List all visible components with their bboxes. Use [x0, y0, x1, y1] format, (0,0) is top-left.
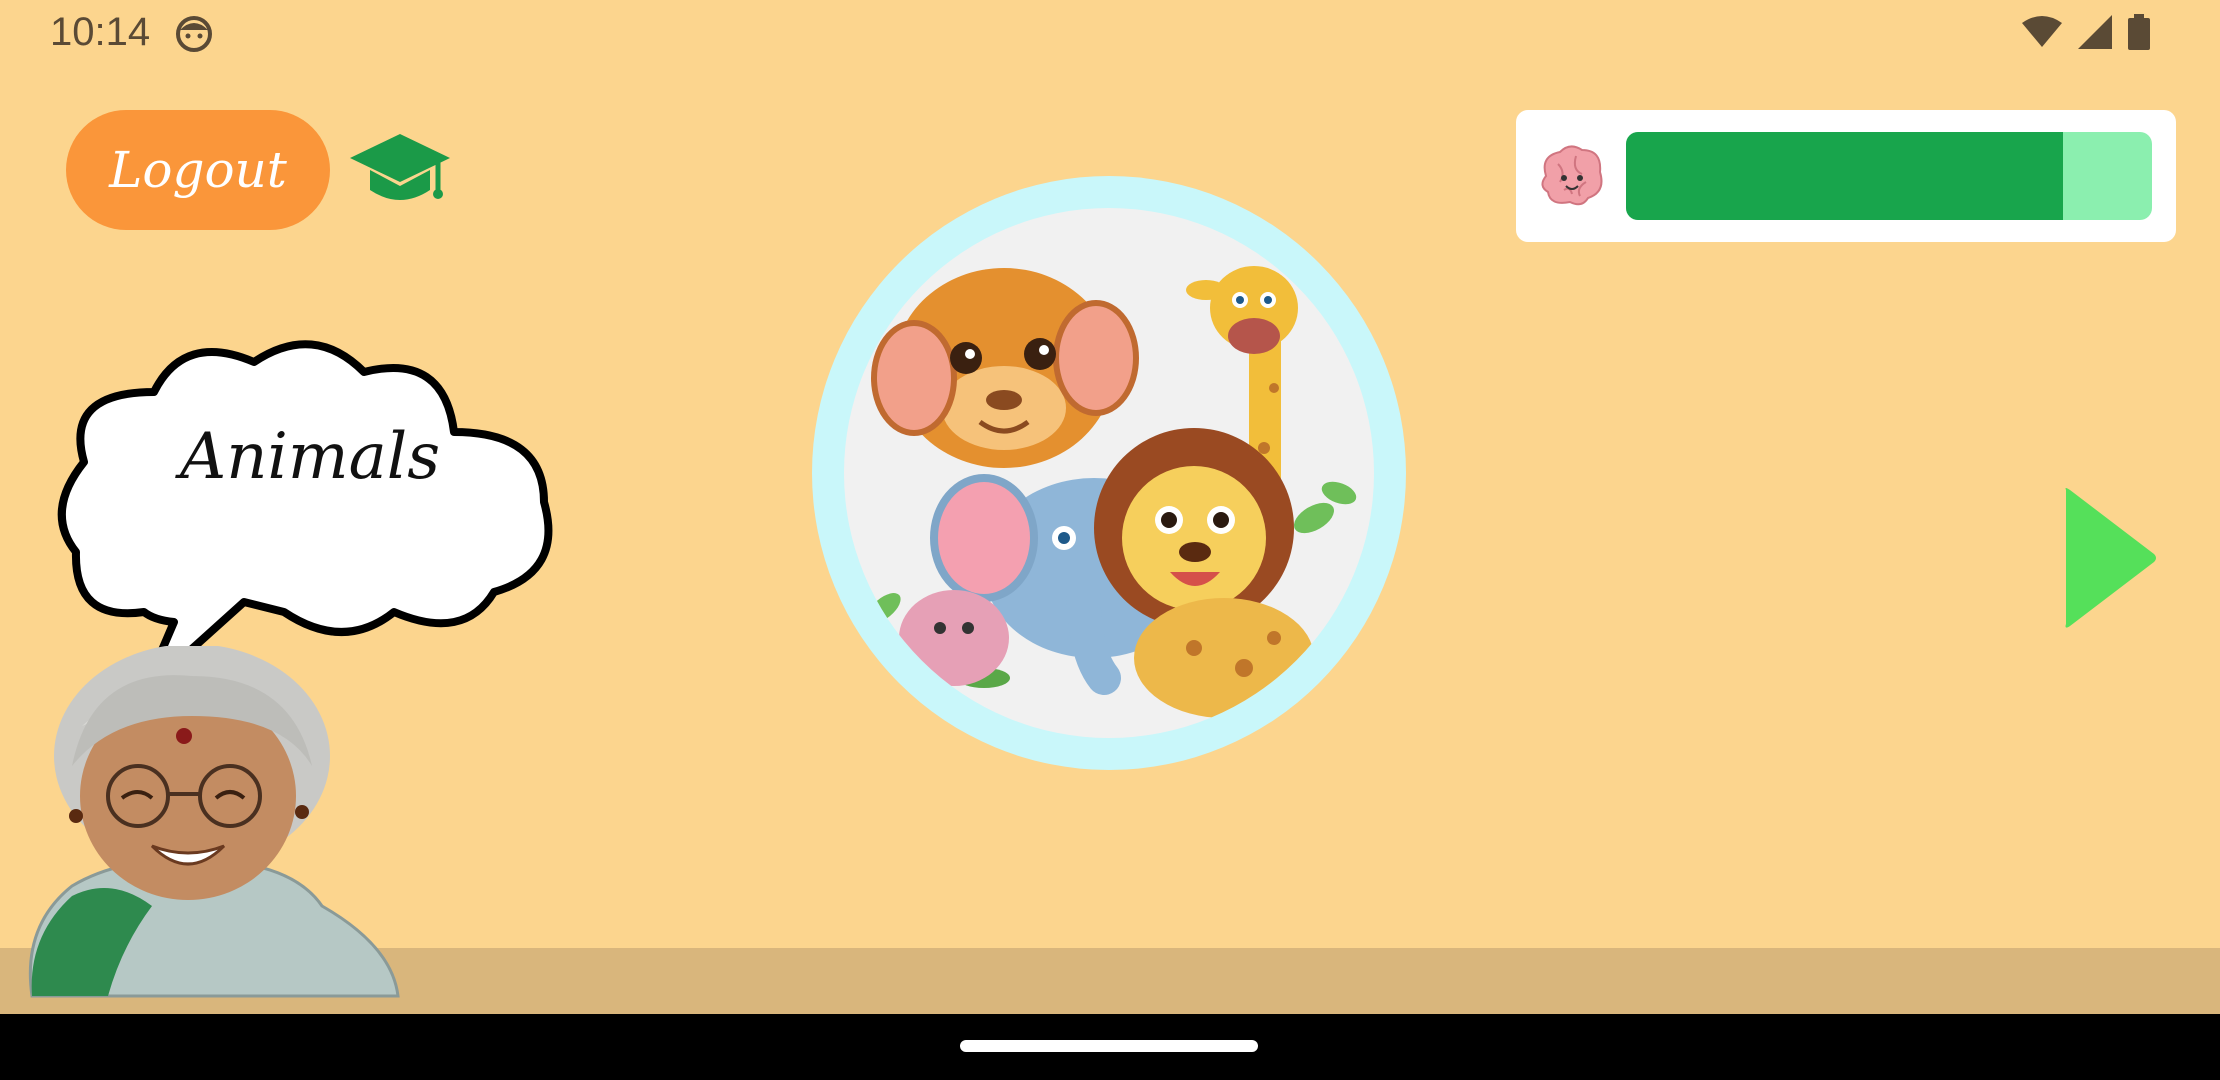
- face-icon: [174, 14, 214, 58]
- grandma-character: [12, 644, 412, 1002]
- animals-group-image: [844, 208, 1374, 738]
- signal-icon: [2078, 15, 2112, 49]
- progress-card: [1516, 110, 2176, 242]
- screen: 10:14 Logout Animals: [0, 0, 2220, 1080]
- animals-image-frame[interactable]: [812, 176, 1406, 770]
- speech-bubble-text: Animals: [179, 420, 441, 494]
- graduation-cap-icon[interactable]: [348, 130, 452, 214]
- home-gesture-handle[interactable]: [960, 1040, 1258, 1052]
- status-icons: [2022, 14, 2150, 50]
- status-time: 10:14: [50, 10, 151, 54]
- progress-fill: [1626, 132, 2063, 220]
- next-arrow-button[interactable]: [2060, 484, 2160, 636]
- progress-bar: [1626, 132, 2152, 220]
- wifi-icon: [2022, 16, 2062, 47]
- brain-icon: [1536, 142, 1606, 214]
- logout-button[interactable]: Logout: [66, 110, 330, 230]
- battery-icon: [2128, 14, 2150, 50]
